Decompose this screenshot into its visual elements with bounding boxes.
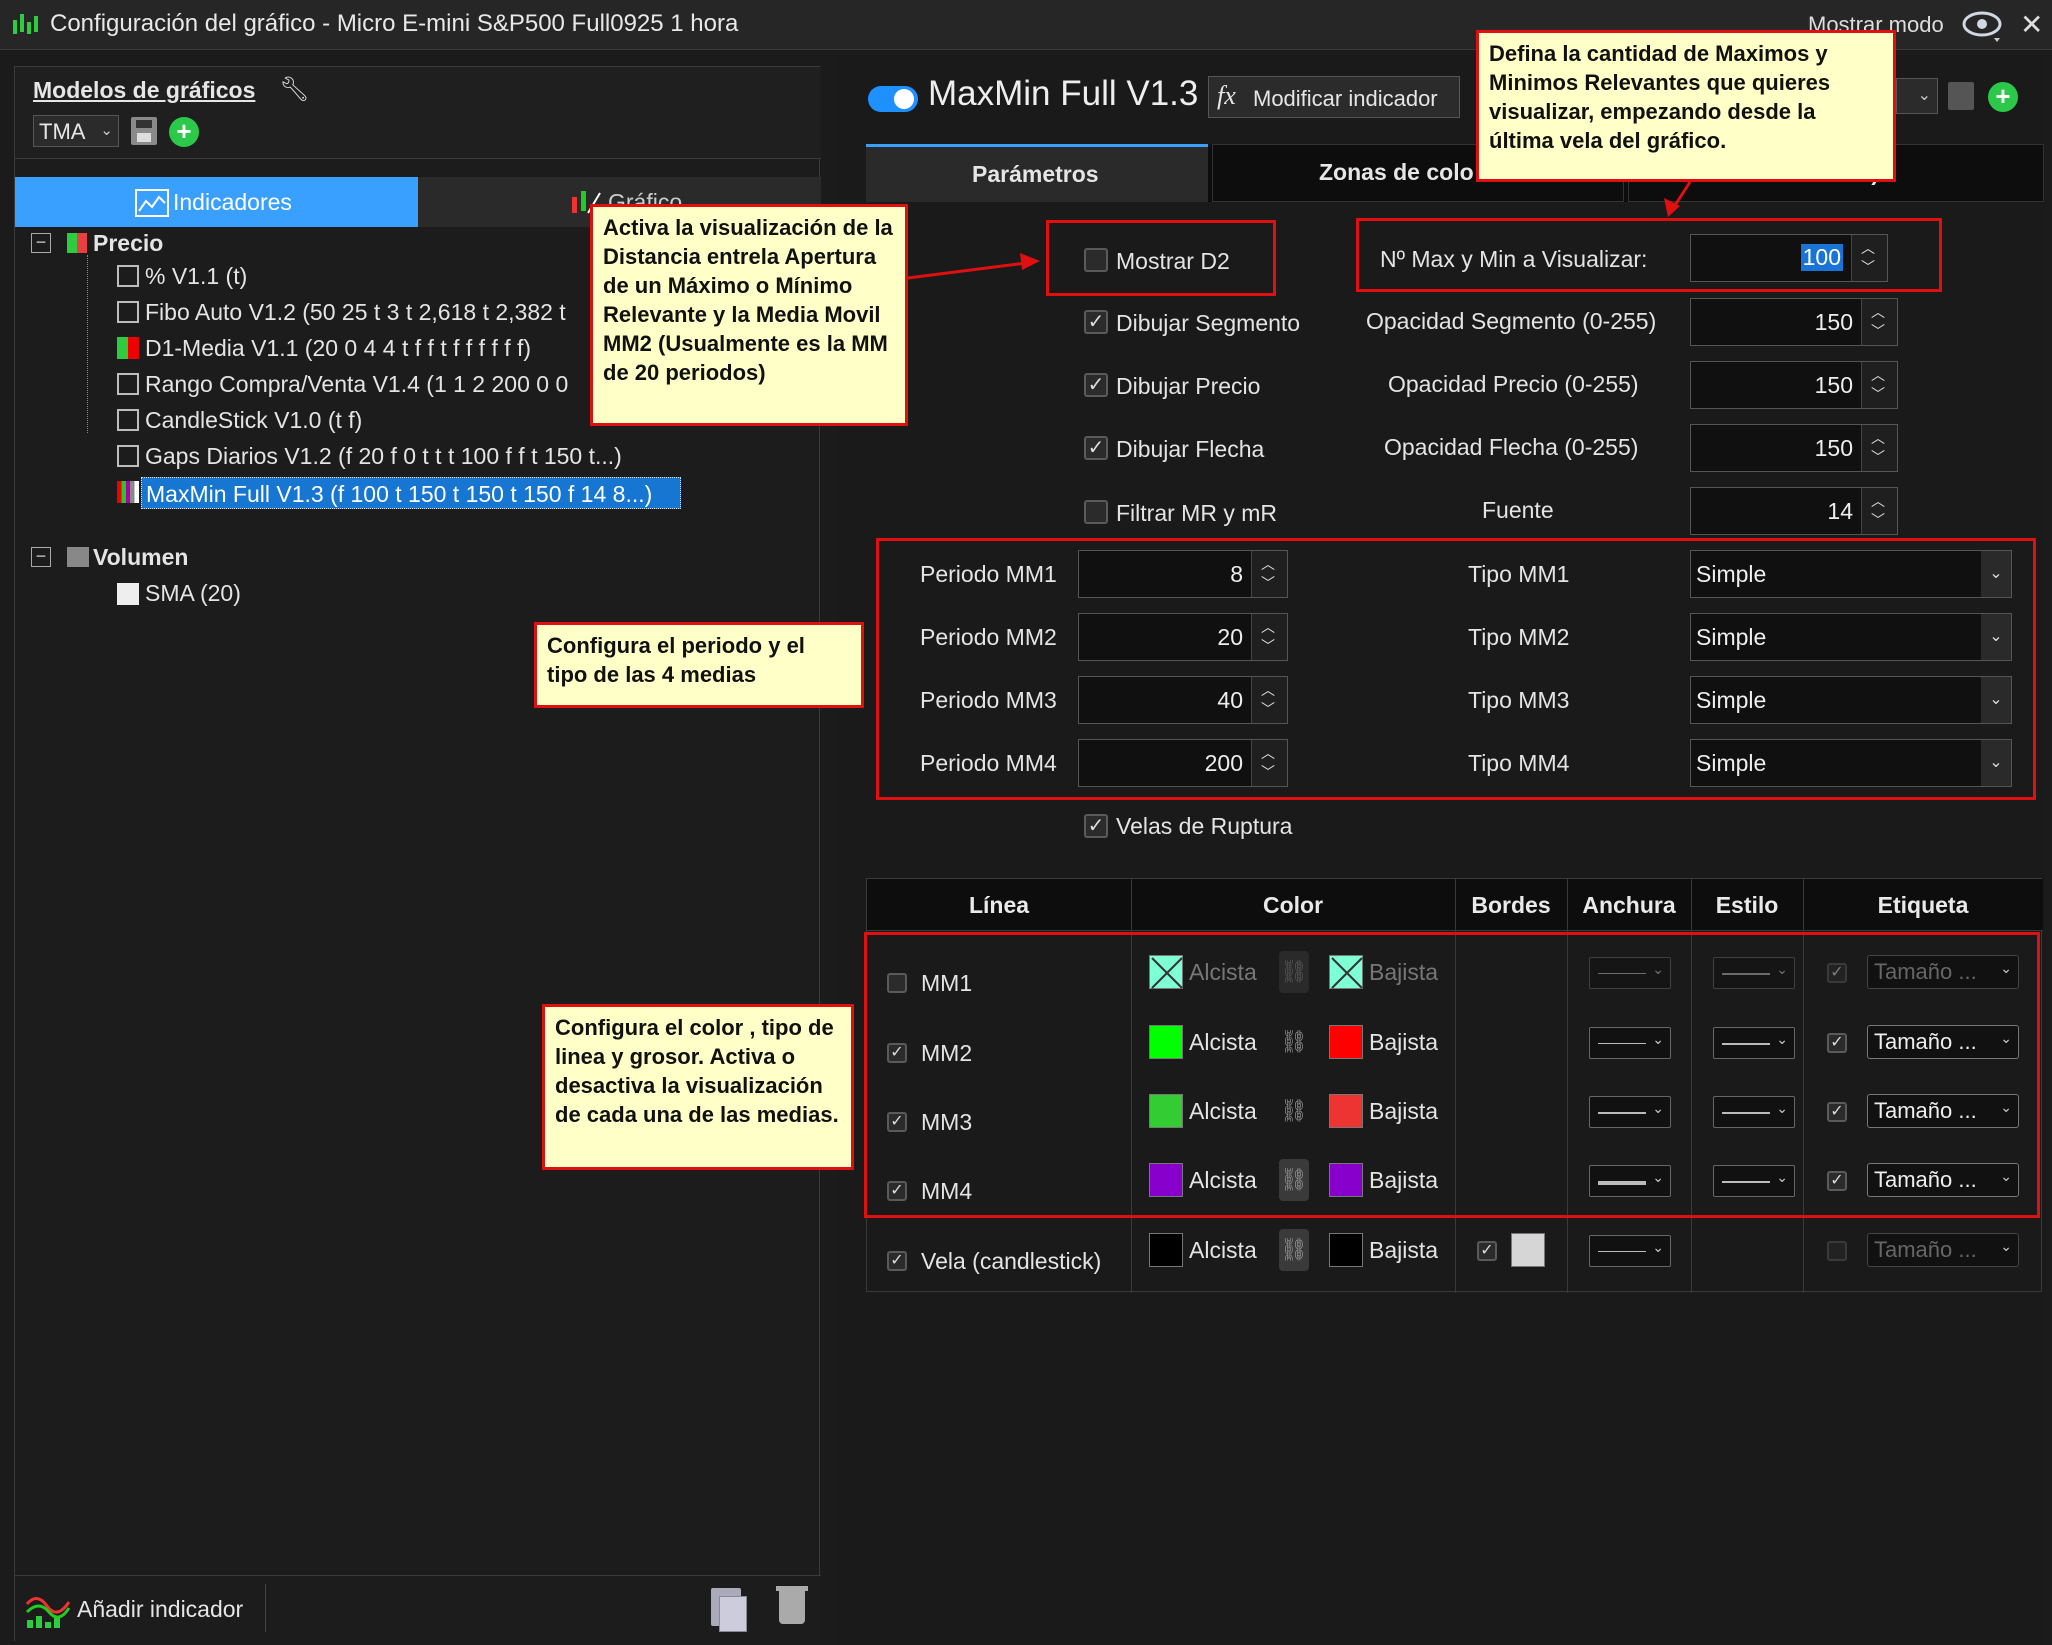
op-segmento-input[interactable]: 150 ︿ ﹀	[1690, 298, 1898, 346]
eye-mode-icon[interactable]	[1960, 6, 2006, 44]
tree-item[interactable]: SMA (20)	[145, 580, 241, 607]
bajista-label: Bajista	[1369, 1237, 1439, 1263]
label-size-select[interactable]: Tamaño ... ⌄	[1867, 1233, 2019, 1267]
fuente-input[interactable]: 14 ︿ ﹀	[1690, 487, 1898, 535]
volumen-color-icon	[67, 547, 89, 567]
callout-colors: Configura el color , tipo de linea y gro…	[542, 1004, 854, 1170]
add-indicator-button[interactable]: Añadir indicador	[77, 1596, 243, 1623]
save-model-icon[interactable]	[131, 117, 157, 145]
highlight-d2	[1046, 220, 1276, 296]
header-color: Color	[1262, 891, 1324, 918]
vela-visible-checkbox[interactable]: ✓	[887, 1251, 907, 1271]
tree-item-checkbox[interactable]	[117, 265, 139, 287]
op-precio-input[interactable]: 150 ︿ ﹀	[1690, 361, 1898, 409]
tab-indicadores-label: Indicadores	[173, 189, 292, 215]
highlight-medias	[876, 538, 2036, 800]
tree-group-precio[interactable]: Precio	[93, 230, 163, 257]
op-flecha-input[interactable]: 150 ︿ ﹀	[1690, 424, 1898, 472]
window-title: Configuración del gráfico - Micro E-mini…	[50, 10, 739, 37]
header-bordes: Bordes	[1471, 891, 1551, 918]
chart-settings-window: Configuración del gráfico - Micro E-mini…	[0, 0, 2052, 1645]
precio-color-icon-b	[77, 233, 87, 253]
tree-item-checkbox[interactable]	[117, 301, 139, 323]
tree-item-checkbox[interactable]	[117, 445, 139, 467]
width-select[interactable]: ⌄	[1589, 1235, 1671, 1267]
tree-line	[87, 255, 88, 433]
left-bottom-bar: Añadir indicador	[15, 1575, 821, 1641]
add-indicator-icon[interactable]	[25, 1590, 71, 1630]
tree-item-selected[interactable]: MaxMin Full V1.3 (f 100 t 150 t 150 t 15…	[141, 477, 681, 509]
indicators-tab-icon	[135, 189, 169, 217]
chart-app-icon	[13, 14, 38, 34]
dibujar-precio-checkbox[interactable]: ✓	[1084, 373, 1108, 397]
op-precio-label: Opacidad Precio (0-255)	[1388, 371, 1639, 397]
wrench-icon[interactable]: 🔧︎	[279, 75, 309, 104]
velas-ruptura-label: Velas de Ruptura	[1116, 813, 1293, 839]
op-flecha-label: Opacidad Flecha (0-255)	[1384, 434, 1639, 460]
tree-item[interactable]: D1-Media V1.1 (20 0 4 4 t f f t f f f f …	[145, 335, 531, 362]
tree-item[interactable]: CandleStick V1.0 (t f)	[145, 407, 362, 434]
link-colors-icon[interactable]: ⛓︎	[1279, 1229, 1309, 1271]
tree-item[interactable]: Rango Compra/Venta V1.4 (1 1 2 200 0 0	[145, 371, 568, 398]
callout-medias: Configura el periodo y el tipo de las 4 …	[534, 622, 864, 708]
template-select[interactable]: ⌄	[1896, 78, 1938, 114]
tab-parametros[interactable]: Parámetros	[866, 144, 1208, 202]
d1media-color-icon	[117, 337, 128, 359]
copy-icon[interactable]	[711, 1588, 747, 1632]
divider	[265, 1584, 266, 1632]
header-linea: Línea	[968, 891, 1030, 918]
indicator-toggle[interactable]	[868, 86, 918, 112]
add-model-icon[interactable]: +	[169, 117, 199, 147]
sma-color-icon	[117, 583, 139, 605]
maxmin-color-icon	[117, 481, 139, 503]
row-name: Vela (candlestick)	[921, 1248, 1102, 1274]
tree-item-checkbox[interactable]	[117, 409, 139, 431]
header-estilo: Estilo	[1715, 891, 1779, 918]
modify-indicator-button[interactable]: fx Modificar indicador	[1208, 76, 1460, 118]
vela-up-swatch[interactable]	[1149, 1233, 1183, 1267]
save-template-icon[interactable]	[1948, 82, 1974, 110]
model-select[interactable]: TMA ⌄	[33, 115, 119, 147]
velas-ruptura-checkbox[interactable]: ✓	[1084, 814, 1108, 838]
close-icon[interactable]: ✕	[2020, 8, 2043, 41]
dibujar-precio-label: Dibujar Precio	[1116, 373, 1261, 399]
tree-item-checkbox[interactable]	[117, 373, 139, 395]
tree-item[interactable]: Gaps Diarios V1.2 (f 20 f 0 t t t 100 f …	[145, 443, 622, 470]
right-panel: MaxMin Full V1.3 fx Modificar indicador …	[836, 56, 2046, 1645]
collapse-volumen-icon[interactable]: −	[31, 547, 51, 567]
fx-icon: fx	[1217, 81, 1236, 110]
indicator-title: MaxMin Full V1.3	[928, 74, 1199, 113]
header-anchura: Anchura	[1582, 891, 1676, 918]
label-checkbox[interactable]	[1827, 1241, 1847, 1261]
alcista-label: Alcista	[1189, 1237, 1257, 1263]
callout-maxmin: Defina la cantidad de Maximos y Minimos …	[1476, 30, 1896, 182]
models-section: Modelos de gráficos 🔧︎ TMA ⌄ +	[15, 67, 821, 159]
add-template-icon[interactable]: +	[1988, 82, 2018, 112]
callout-d2: Activa la visualización de la Distancia …	[590, 204, 908, 426]
tree-group-volumen[interactable]: Volumen	[93, 544, 188, 571]
collapse-precio-icon[interactable]: −	[31, 233, 51, 253]
vela-down-swatch[interactable]	[1329, 1233, 1363, 1267]
d1media-color-icon-b	[128, 337, 139, 359]
dibujar-flecha-checkbox[interactable]: ✓	[1084, 436, 1108, 460]
dibujar-flecha-label: Dibujar Flecha	[1116, 436, 1265, 462]
bordes-checkbox[interactable]: ✓	[1477, 1241, 1497, 1261]
precio-color-icon	[67, 233, 77, 253]
tree-item[interactable]: Fibo Auto V1.2 (50 25 t 3 t 2,618 t 2,38…	[145, 299, 566, 326]
tree-item[interactable]: % V1.1 (t)	[145, 263, 247, 290]
filtrar-label: Filtrar MR y mR	[1116, 500, 1277, 526]
dibujar-segmento-label: Dibujar Segmento	[1116, 310, 1301, 336]
op-segmento-label: Opacidad Segmento (0-255)	[1366, 308, 1657, 334]
fuente-label: Fuente	[1482, 497, 1554, 523]
dibujar-segmento-checkbox[interactable]: ✓	[1084, 310, 1108, 334]
border-color-swatch[interactable]	[1511, 1233, 1545, 1267]
trash-icon[interactable]	[776, 1586, 808, 1624]
header-etiqueta: Etiqueta	[1877, 891, 1969, 918]
models-title[interactable]: Modelos de gráficos	[33, 77, 255, 104]
highlight-colors	[864, 932, 2040, 1218]
filtrar-checkbox[interactable]	[1084, 500, 1108, 524]
highlight-maxmin	[1356, 218, 1942, 292]
tab-indicadores[interactable]: Indicadores	[15, 177, 418, 227]
